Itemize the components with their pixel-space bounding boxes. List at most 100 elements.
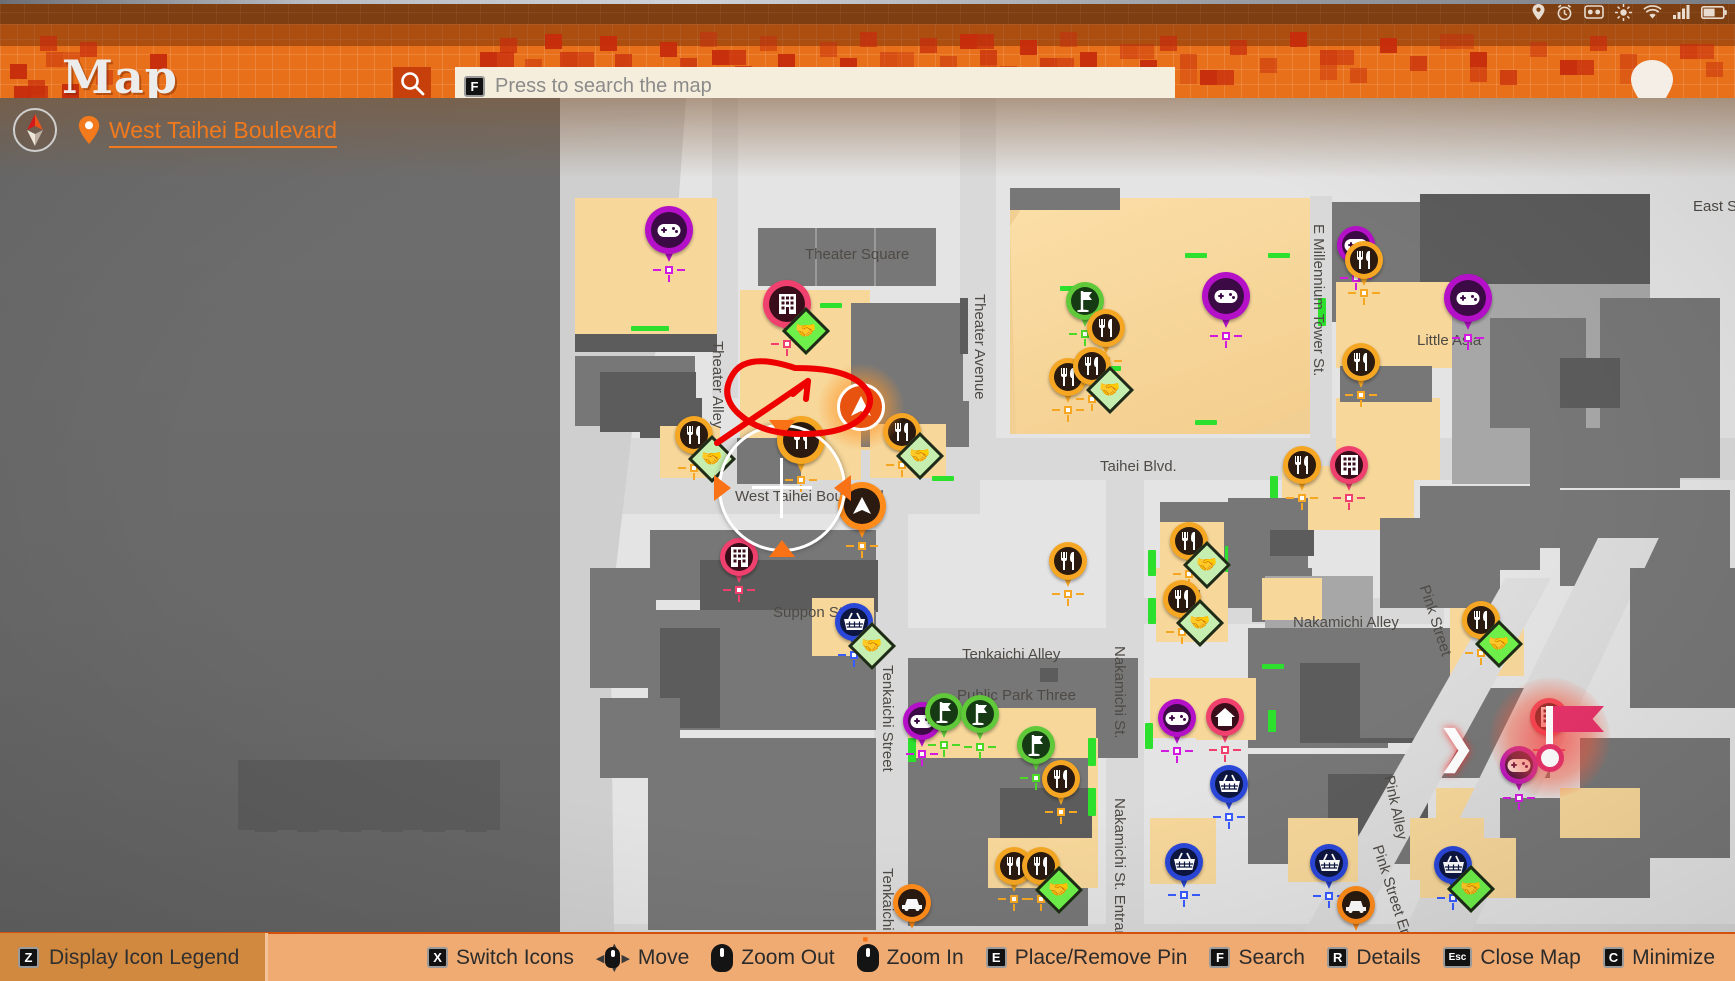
street-label: Nakamichi Alley [1293, 614, 1399, 631]
pin-anchor [926, 737, 962, 757]
map-overlay-header: West Taihei Boulevard [0, 98, 1735, 156]
pin-head [645, 206, 693, 254]
pin-shop[interactable] [1310, 844, 1348, 890]
control-hint[interactable]: ◀▶▲▼Move [596, 943, 689, 973]
flag-icon [1022, 731, 1050, 759]
map-cursor-reticle[interactable] [718, 424, 846, 552]
basket-icon [1215, 770, 1243, 798]
control-hint[interactable]: FSearch [1209, 946, 1305, 970]
control-hint-label: Zoom In [887, 946, 964, 970]
location-pin-icon [1532, 4, 1545, 20]
pin-anchor [1343, 387, 1379, 407]
pin-restaurant[interactable] [1283, 446, 1321, 492]
basket-icon [1170, 848, 1198, 876]
flag-icon [966, 700, 994, 728]
pin-head [1310, 844, 1348, 882]
control-hint-label: Place/Remove Pin [1015, 946, 1188, 970]
pin-golf[interactable] [925, 693, 963, 739]
street-label: Nakamichi St. [1111, 646, 1128, 739]
pin-head [1158, 699, 1196, 737]
pin-head [961, 695, 999, 733]
pin-arcade[interactable] [645, 206, 693, 264]
control-hint[interactable]: XSwitch Icons [427, 946, 574, 970]
page-title: Map [62, 54, 178, 98]
pin-head [1444, 274, 1492, 322]
pin-head [1283, 446, 1321, 484]
key-badge: R [1327, 947, 1348, 968]
pin-building[interactable] [1330, 446, 1368, 492]
pin-home[interactable] [1206, 698, 1244, 744]
cutlery-icon [1047, 765, 1075, 793]
control-hint[interactable]: Esc Close Map [1443, 946, 1581, 970]
pin-anchor [1159, 743, 1195, 763]
basket-icon [1315, 849, 1343, 877]
pin-anchor [721, 582, 757, 602]
pin-restaurant[interactable] [1042, 760, 1080, 806]
pin-restaurant[interactable] [1342, 343, 1380, 389]
control-hints: XSwitch Icons ◀▶▲▼Move Zoom Out ■Zoom In E Pl… [268, 933, 1735, 981]
pin-arcade[interactable] [1158, 699, 1196, 745]
pin-anchor [1211, 809, 1247, 829]
control-hint-label: Search [1238, 946, 1305, 970]
building-icon [1335, 451, 1363, 479]
objective-base [1536, 744, 1564, 772]
bottom-control-bar: Z Display Icon Legend XSwitch Icons ◀▶▲▼M… [0, 932, 1735, 981]
pin-restaurant[interactable] [1049, 542, 1087, 588]
pin-head [1342, 343, 1380, 381]
control-hint-label: Zoom Out [741, 946, 834, 970]
search-icon-button[interactable] [393, 67, 431, 98]
pin-head [1165, 843, 1203, 881]
control-hint[interactable]: E Place/Remove Pin [986, 946, 1188, 970]
current-location: West Taihei Boulevard [78, 116, 337, 149]
street-label: Tenkaichi Street [879, 665, 896, 772]
control-hint[interactable]: CMinimize [1603, 946, 1715, 970]
pin-head [1017, 726, 1055, 764]
street-label: Tenkaichi Alley [962, 646, 1060, 663]
pin-golf[interactable] [961, 695, 999, 741]
search-icon [400, 71, 425, 98]
key-badge: C [1603, 947, 1624, 968]
gamepad-icon [1450, 280, 1486, 316]
street-label: Nakamichi St. Entrance [1111, 798, 1128, 932]
key-badge: Esc [1443, 947, 1473, 968]
control-hint[interactable]: RDetails [1327, 946, 1421, 970]
pin-anchor [1043, 804, 1079, 824]
taxi-icon [898, 889, 926, 917]
pin-shop[interactable] [1165, 843, 1203, 889]
pin-anchor [962, 739, 998, 759]
gamepad-icon [651, 212, 687, 248]
map-screen: Map F Press to search the map Theater Sq… [0, 0, 1735, 981]
pin-taxi[interactable] [893, 884, 931, 930]
control-hint[interactable]: ■Zoom In [857, 944, 964, 972]
control-hint[interactable]: Zoom Out [711, 944, 834, 972]
reticle-vertical-line [780, 458, 783, 518]
legend-label: Display Icon Legend [49, 946, 239, 970]
objective-chevron-icon: ❯ [1438, 722, 1475, 773]
pin-restaurant[interactable] [1345, 241, 1383, 287]
search-input[interactable]: F Press to search the map [455, 67, 1175, 98]
flag-icon [930, 698, 958, 726]
pin-arcade[interactable] [1444, 274, 1492, 332]
pin-head [893, 884, 931, 922]
pin-taxi[interactable] [1337, 886, 1375, 932]
voice-recorder-icon [1584, 5, 1604, 19]
control-hint-label: Close Map [1480, 946, 1580, 970]
mouse-wheel-down-icon [711, 944, 733, 972]
compass-icon[interactable] [13, 108, 57, 152]
pin-head [1206, 698, 1244, 736]
map-viewport[interactable]: Theater SquareTheater AlleyTheater Avenu… [0, 98, 1735, 932]
pin-anchor [844, 538, 880, 558]
map-app-header: Map F Press to search the map [0, 24, 1735, 98]
pin-head [1337, 886, 1375, 924]
map-pin-icon[interactable] [1629, 59, 1675, 98]
key-badge: E [986, 947, 1007, 968]
pin-anchor [1208, 328, 1244, 348]
pin-head [1330, 446, 1368, 484]
wifi-icon [1643, 5, 1662, 20]
legend-hint[interactable]: Z Display Icon Legend [0, 933, 268, 981]
reticle-arrow-left [714, 475, 731, 501]
pin-arcade[interactable] [1202, 272, 1250, 330]
pin-shop[interactable] [1210, 765, 1248, 811]
alarm-clock-icon [1556, 4, 1573, 21]
pin-anchor [651, 262, 687, 282]
